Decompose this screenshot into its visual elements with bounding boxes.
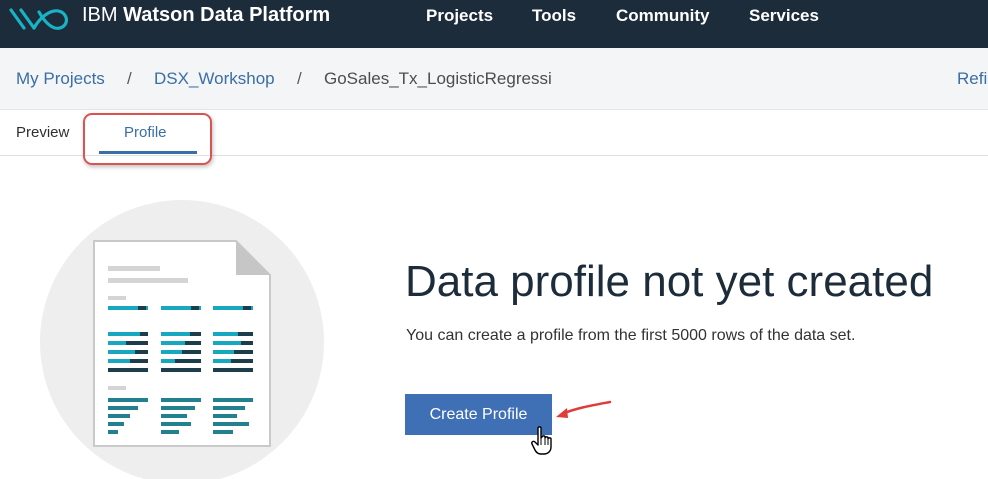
tab-preview[interactable]: Preview bbox=[16, 124, 69, 142]
empty-state-message: You can create a profile from the first … bbox=[406, 327, 856, 344]
breadcrumb-separator: / bbox=[297, 69, 302, 88]
top-nav-bar: IBM Watson Data Platform Projects Tools … bbox=[0, 0, 988, 48]
breadcrumb-current-asset: GoSales_Tx_LogisticRegressi bbox=[324, 69, 552, 88]
brand-name[interactable]: IBM Watson Data Platform bbox=[82, 3, 330, 27]
red-arrow-icon bbox=[556, 400, 612, 418]
tab-profile[interactable]: Profile bbox=[124, 124, 167, 142]
breadcrumb-my-projects[interactable]: My Projects bbox=[16, 68, 105, 90]
create-profile-button[interactable]: Create Profile bbox=[405, 394, 552, 435]
breadcrumb-project[interactable]: DSX_Workshop bbox=[154, 68, 275, 90]
brand-product: Watson Data Platform bbox=[123, 4, 331, 26]
tab-bar: Preview Profile bbox=[0, 110, 988, 156]
document-profile-illustration bbox=[40, 200, 324, 479]
watson-logo-icon[interactable] bbox=[8, 4, 70, 32]
breadcrumb-separator: / bbox=[127, 69, 132, 88]
nav-community[interactable]: Community bbox=[616, 5, 710, 27]
nav-projects[interactable]: Projects bbox=[426, 5, 493, 27]
active-tab-indicator bbox=[99, 151, 197, 154]
nav-tools[interactable]: Tools bbox=[532, 5, 576, 27]
refine-link[interactable]: Refi bbox=[957, 68, 987, 90]
breadcrumb: My Projects / DSX_Workshop / GoSales_Tx_… bbox=[0, 48, 988, 110]
empty-state-title: Data profile not yet created bbox=[405, 257, 934, 306]
nav-services[interactable]: Services bbox=[749, 5, 819, 27]
brand-ibm: IBM bbox=[82, 4, 118, 26]
